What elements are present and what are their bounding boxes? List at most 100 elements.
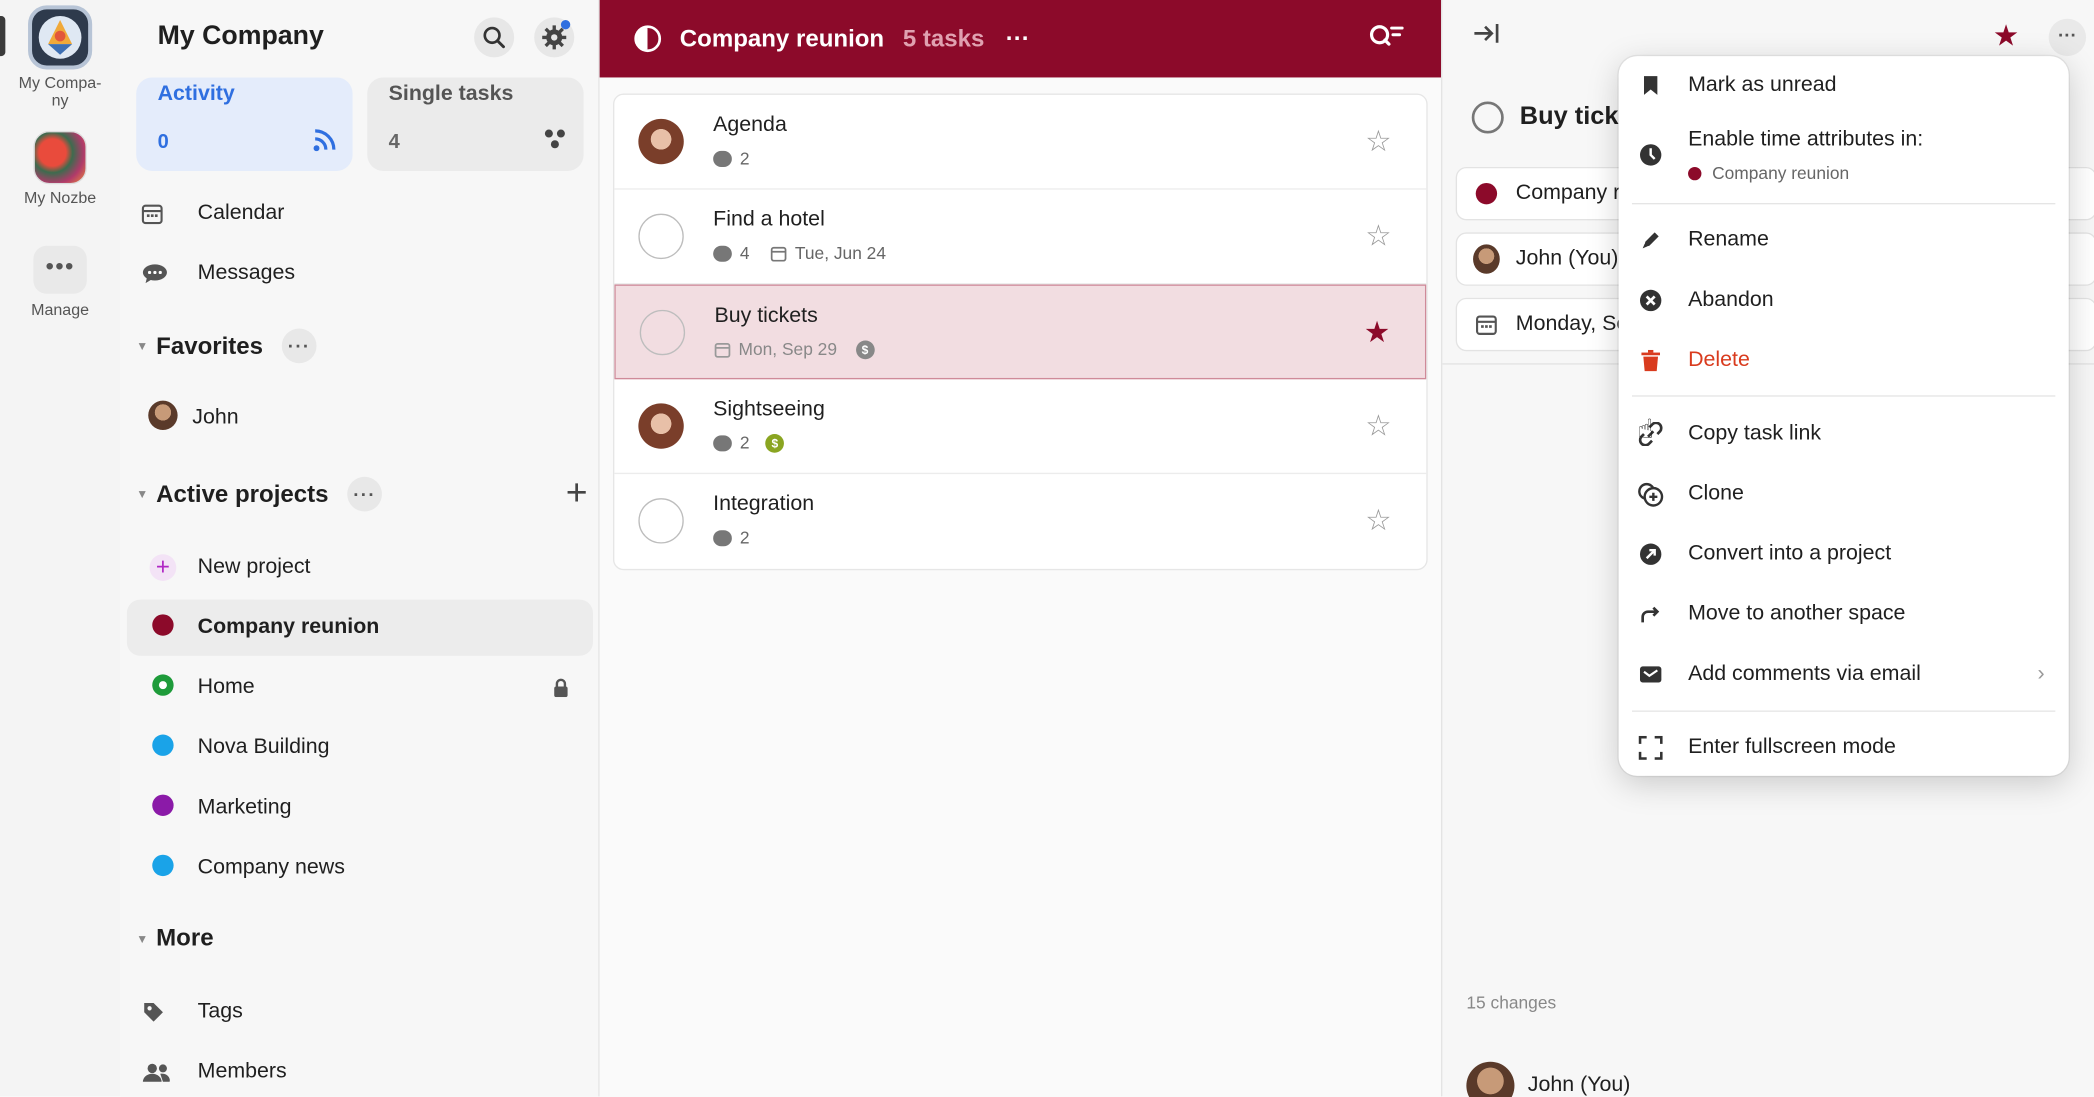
project-color-dot [142, 614, 185, 641]
rail-item-my-nozbe[interactable]: My Nozbe [0, 130, 120, 207]
project-color-dot [142, 854, 185, 882]
sidebar-item-label: Tags [197, 1000, 243, 1023]
search-filter-button[interactable] [1369, 23, 1404, 50]
settings-button[interactable] [534, 17, 575, 58]
menu-item-rename[interactable]: Rename [1619, 214, 2069, 267]
task-row[interactable]: Find a hotel 4 Tue, Jun 24 ☆ [614, 190, 1427, 285]
card-title: Activity [157, 82, 235, 106]
star-filled-icon[interactable]: ★ [1993, 19, 2019, 54]
rail-item-my-company[interactable]: My Compa- ny [0, 5, 120, 109]
menu-item-label: Abandon [1688, 288, 1774, 312]
due-date: Mon, Sep 29 [738, 339, 837, 360]
section-title: Active projects [156, 480, 329, 507]
task-more-button[interactable]: ··· [2048, 18, 2087, 57]
field-label: John (You) [1515, 247, 1619, 270]
task-row[interactable]: Sightseeing 2 $ ☆ [614, 379, 1427, 475]
more-header[interactable]: ▼ More [136, 924, 213, 952]
active-projects-header[interactable]: ▼ Active projects ··· + [136, 471, 587, 512]
assignee-avatar[interactable] [638, 403, 684, 449]
clock-icon [1635, 143, 1667, 167]
task-row-selected[interactable]: Buy tickets Mon, Sep 29 $ ★ [614, 284, 1427, 380]
add-project-button[interactable]: + [566, 471, 588, 514]
sidebar-item-new-project[interactable]: + New project [136, 540, 590, 596]
task-context-menu: Mark as unread Enable time attributes in… [1618, 56, 2069, 776]
comment-author-name: John (You) [1527, 1073, 1631, 1097]
menu-item-comments-email[interactable]: Add comments via email › [1619, 648, 2069, 701]
task-complete-checkbox[interactable] [638, 498, 684, 544]
sidebar-item-home[interactable]: Home [136, 660, 590, 716]
task-name: Integration [713, 492, 815, 516]
activity-card[interactable]: Activity 0 [136, 77, 353, 171]
sidebar-item-marketing[interactable]: Marketing [136, 780, 590, 836]
star-icon[interactable]: ☆ [1365, 219, 1391, 254]
john-avatar-icon [1473, 244, 1500, 274]
comment-count: 2 [739, 527, 750, 548]
active-projects-more-button[interactable]: ··· [347, 476, 382, 512]
clone-icon [1635, 481, 1667, 508]
project-half-circle-icon[interactable] [634, 25, 662, 53]
sidebar-item-company-reunion[interactable]: Company reunion [126, 599, 593, 656]
project-more-button[interactable]: ··· [1006, 25, 1030, 53]
project-color-dot [142, 734, 185, 762]
task-name: Find a hotel [713, 208, 825, 232]
menu-item-mark-unread[interactable]: Mark as unread [1619, 59, 2069, 112]
sidebar: My Company Activity 0 Single tasks 4 Cal… [120, 0, 600, 1097]
star-filled-icon[interactable]: ★ [1364, 315, 1390, 350]
comment-icon [713, 150, 732, 167]
collapse-pane-icon[interactable] [1472, 21, 1501, 45]
search-button[interactable] [474, 17, 515, 58]
menu-item-fullscreen[interactable]: Enter fullscreen mode [1619, 721, 2069, 774]
fullscreen-icon [1635, 735, 1667, 760]
menu-item-convert-project[interactable]: Convert into a project [1619, 528, 2069, 581]
single-tasks-card[interactable]: Single tasks 4 [367, 77, 584, 171]
tag-icon [142, 1000, 185, 1024]
workspace-rail: My Compa- ny My Nozbe ••• Manage [0, 0, 121, 1097]
sidebar-item-members[interactable]: Members [136, 1044, 590, 1097]
menu-item-clone[interactable]: Clone [1619, 467, 2069, 520]
sidebar-item-nova-building[interactable]: Nova Building [136, 720, 590, 776]
menu-item-copy-link[interactable]: Copy task link [1619, 407, 2069, 460]
sidebar-item-tags[interactable]: Tags [136, 984, 590, 1040]
sidebar-item-label: Company news [197, 856, 345, 879]
task-row[interactable]: Integration 2 ☆ [614, 474, 1426, 569]
rail-item-manage[interactable]: ••• Manage [0, 245, 120, 320]
card-count: 4 [388, 130, 400, 154]
task-complete-checkbox[interactable] [639, 309, 686, 356]
favorites-header[interactable]: ▼ Favorites ··· [136, 328, 317, 364]
changes-count[interactable]: 15 changes [1466, 992, 1556, 1012]
task-row[interactable]: Agenda 2 ☆ [614, 95, 1427, 190]
calendar-icon [771, 245, 787, 261]
assignee-avatar[interactable] [638, 118, 684, 165]
star-icon[interactable]: ☆ [1365, 503, 1391, 538]
menu-item-enable-time-attributes[interactable]: Enable time attributes in: [1619, 114, 2069, 167]
favorites-more-button[interactable]: ··· [281, 328, 317, 364]
menu-item-abandon[interactable]: Abandon [1619, 274, 2069, 327]
field-label: Company r [1515, 181, 1621, 205]
hand-cursor-icon: ☝ [1637, 415, 1654, 445]
comment-icon [713, 434, 732, 451]
task-title-text[interactable]: Buy ticke [1520, 103, 1633, 132]
sidebar-item-company-news[interactable]: Company news [136, 840, 590, 896]
sidebar-title: My Company [157, 21, 324, 51]
pencil-icon [1635, 230, 1667, 251]
star-icon[interactable]: ☆ [1365, 409, 1391, 444]
email-icon [1635, 664, 1667, 685]
menu-item-label: Mark as unread [1688, 73, 1837, 97]
trash-icon [1635, 349, 1667, 372]
sidebar-item-calendar[interactable]: Calendar [136, 186, 590, 242]
comment-icon [713, 529, 732, 546]
project-color-dot [1688, 166, 1702, 180]
menu-item-delete[interactable]: Delete [1619, 334, 2069, 387]
menu-item-move-space[interactable]: Move to another space [1619, 588, 2069, 641]
menu-item-label: Convert into a project [1688, 542, 1892, 565]
rail-item-label: Manage [31, 300, 90, 320]
menu-item-label: Enter fullscreen mode [1688, 735, 1896, 759]
star-icon[interactable]: ☆ [1365, 124, 1391, 159]
favorite-item-john[interactable]: John [136, 390, 590, 446]
task-complete-checkbox[interactable] [638, 213, 684, 260]
sidebar-item-messages[interactable]: Messages [136, 246, 590, 302]
task-name: Sightseeing [713, 397, 825, 421]
task-title: Buy ticke [1471, 101, 1633, 134]
task-complete-checkbox[interactable] [1471, 101, 1504, 134]
project-color-dot [142, 674, 185, 701]
